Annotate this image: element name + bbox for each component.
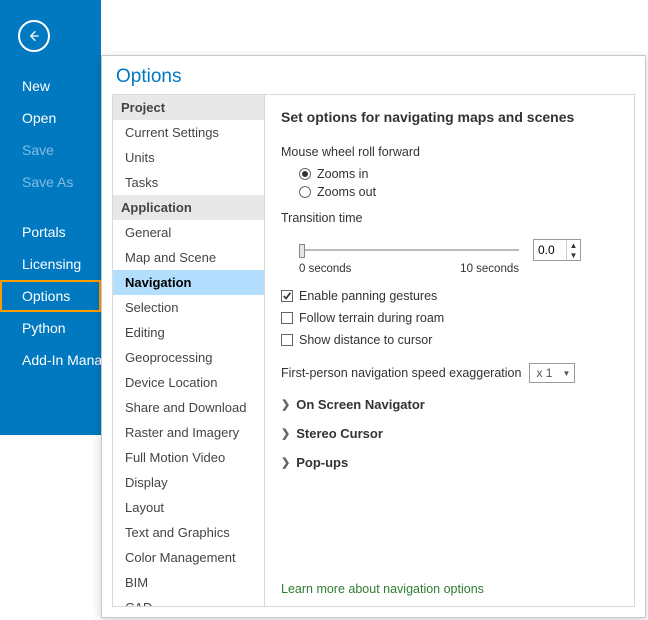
category-item[interactable]: Editing (113, 320, 264, 345)
category-item[interactable]: Units (113, 145, 264, 170)
expander-label: Stereo Cursor (296, 426, 383, 441)
category-item-navigation[interactable]: Navigation (113, 270, 264, 295)
chevron-right-icon: ❯ (281, 456, 290, 469)
sidebar-item-options[interactable]: Options (0, 280, 101, 312)
expander-label: Pop-ups (296, 455, 348, 470)
expander-popups[interactable]: ❯ Pop-ups (281, 455, 618, 470)
chevron-down-icon: ▼ (563, 369, 571, 378)
expander-on-screen-navigator[interactable]: ❯ On Screen Navigator (281, 397, 618, 412)
category-item[interactable]: Map and Scene (113, 245, 264, 270)
category-item[interactable]: CAD (113, 595, 264, 607)
category-item[interactable]: Tasks (113, 170, 264, 195)
transition-time-slider[interactable] (299, 242, 519, 258)
category-item[interactable]: Share and Download (113, 395, 264, 420)
sidebar-item-addin-manager[interactable]: Add-In Manager (0, 344, 101, 376)
checkbox-show-distance[interactable] (281, 334, 293, 346)
checkbox-label: Enable panning gestures (299, 289, 437, 303)
chevron-right-icon: ❯ (281, 398, 290, 411)
spinner-up[interactable]: ▲ (567, 240, 580, 250)
slider-max-label: 10 seconds (460, 263, 519, 275)
sidebar-item-open[interactable]: Open (0, 102, 101, 134)
category-item[interactable]: Text and Graphics (113, 520, 264, 545)
sidebar-item-save: Save (0, 134, 101, 166)
slider-min-label: 0 seconds (299, 263, 351, 275)
options-panel: Set options for navigating maps and scen… (264, 94, 635, 607)
mouse-wheel-label: Mouse wheel roll forward (281, 145, 618, 159)
category-item[interactable]: Display (113, 470, 264, 495)
expander-stereo-cursor[interactable]: ❯ Stereo Cursor (281, 426, 618, 441)
category-item[interactable]: Geoprocessing (113, 345, 264, 370)
sidebar-item-licensing[interactable]: Licensing (0, 248, 101, 280)
category-item[interactable]: Full Motion Video (113, 445, 264, 470)
dialog-title: Options (102, 56, 645, 94)
expander-label: On Screen Navigator (296, 397, 425, 412)
back-button[interactable] (18, 20, 50, 52)
slider-thumb[interactable] (299, 244, 305, 258)
panel-heading: Set options for navigating maps and scen… (281, 109, 618, 125)
category-header-application: Application (113, 195, 264, 220)
category-item[interactable]: Color Management (113, 545, 264, 570)
combo-value: x 1 (536, 366, 552, 380)
transition-time-spinner[interactable]: ▲ ▼ (533, 239, 581, 261)
checkbox-label: Show distance to cursor (299, 333, 432, 347)
category-item[interactable]: BIM (113, 570, 264, 595)
checkbox-label: Follow terrain during roam (299, 311, 444, 325)
first-person-combo[interactable]: x 1 ▼ (529, 363, 575, 383)
sidebar-item-save-as: Save As (0, 166, 101, 198)
category-item[interactable]: Layout (113, 495, 264, 520)
checkbox-enable-panning[interactable] (281, 290, 293, 302)
backstage-sidebar: New Open Save Save As Portals Licensing … (0, 0, 101, 435)
category-item[interactable]: Current Settings (113, 120, 264, 145)
category-item[interactable]: Selection (113, 295, 264, 320)
radio-label: Zooms out (317, 185, 376, 199)
sidebar-item-python[interactable]: Python (0, 312, 101, 344)
checkbox-follow-terrain[interactable] (281, 312, 293, 324)
category-item[interactable]: General (113, 220, 264, 245)
radio-zooms-out[interactable] (299, 186, 311, 198)
transition-time-label: Transition time (281, 211, 618, 225)
first-person-label: First-person navigation speed exaggerati… (281, 366, 521, 380)
sidebar-item-new[interactable]: New (0, 70, 101, 102)
learn-more-link[interactable]: Learn more about navigation options (281, 582, 618, 596)
radio-zooms-in[interactable] (299, 168, 311, 180)
radio-label: Zooms in (317, 167, 368, 181)
category-list[interactable]: Project Current Settings Units Tasks App… (112, 94, 264, 607)
transition-time-input[interactable] (534, 240, 566, 260)
category-header-project: Project (113, 95, 264, 120)
options-dialog: Options Project Current Settings Units T… (101, 55, 646, 618)
spinner-down[interactable]: ▼ (567, 250, 580, 260)
category-item[interactable]: Raster and Imagery (113, 420, 264, 445)
chevron-right-icon: ❯ (281, 427, 290, 440)
category-item[interactable]: Device Location (113, 370, 264, 395)
sidebar-item-portals[interactable]: Portals (0, 216, 101, 248)
arrow-left-icon (26, 28, 42, 44)
